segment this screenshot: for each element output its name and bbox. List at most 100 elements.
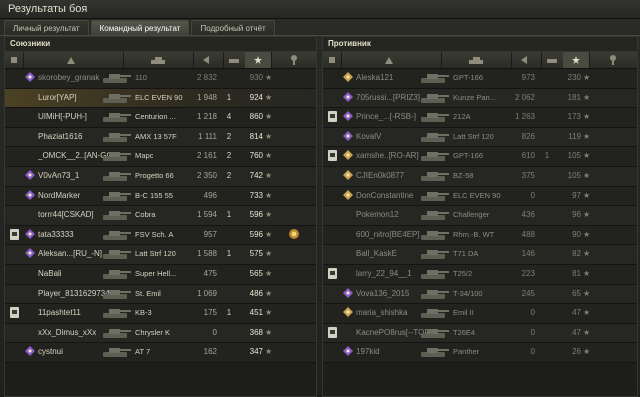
tank-icon [103, 152, 131, 162]
player-row[interactable]: xXx_Dimus_xXx Chrysler K 0 368 ★ [5, 323, 316, 344]
kills-value [539, 226, 555, 244]
tank-icon [421, 211, 449, 221]
sort-achievements-icon[interactable] [589, 52, 637, 68]
tank-name: BZ-58 [453, 170, 474, 180]
player-row[interactable]: 197kid Panther 0 26 ★ [323, 343, 637, 363]
player-row[interactable]: skorobey_granak 110 2 832 930 ★ [5, 69, 316, 89]
squad-icon [328, 150, 337, 162]
rank-badge-icon [343, 169, 353, 180]
player-row[interactable]: UIMiH[-PUH-] Centurion ... 1 218 4 860 ★ [5, 108, 316, 128]
kills-value: 2 [226, 151, 232, 161]
xp-value: 451 [249, 308, 263, 318]
tab-personal-result[interactable]: Личный результат [4, 20, 89, 36]
player-row[interactable]: _OMCK__2..[AN-GO] Марс 2 161 2 760 ★ [5, 147, 316, 167]
xp-value: 368 [249, 327, 263, 337]
kills-value [539, 108, 555, 126]
xp-value: 65 [572, 288, 581, 298]
tab-detailed-report[interactable]: Подробный отчёт [191, 20, 275, 36]
player-row[interactable]: Ball_KaskE T71 DA 146 82 ★ [323, 245, 637, 265]
tank-icon [103, 171, 131, 181]
title-bar: Результаты боя [0, 0, 640, 19]
tank-icon [103, 289, 131, 299]
damage-value: 0 [530, 327, 535, 337]
player-row[interactable]: Player_8131629734 St. Emil 1 069 486 ★ [5, 284, 316, 305]
damage-value: 436 [521, 210, 535, 220]
player-row[interactable]: KovalV Latt Strf 120 826 119 ★ [323, 127, 637, 148]
xp-star-icon: ★ [265, 151, 273, 161]
sort-squad-icon[interactable] [323, 52, 342, 68]
sort-xp-icon[interactable] [245, 52, 272, 68]
rank-badge-icon [25, 169, 35, 180]
damage-value: 1 111 [198, 131, 217, 141]
tank-icon [421, 171, 449, 181]
player-row[interactable]: tata33333 FSV Sch. A 957 596 ★ [5, 225, 316, 246]
player-row[interactable]: Pokemon12 Challenger 436 96 ★ [323, 206, 637, 226]
player-row[interactable]: DonConstantine ELC EVEN 90 0 97 ★ [323, 186, 637, 207]
rank-badge-icon [343, 72, 353, 82]
player-row[interactable]: 11pashtet11 KB-3 175 1 451 ★ [5, 304, 316, 324]
xp-value: 814 [249, 131, 263, 141]
sort-tank-icon[interactable] [441, 52, 512, 68]
rank-badge-icon [343, 287, 353, 298]
kills-value [539, 324, 555, 342]
achievement-medal-icon[interactable] [288, 228, 300, 240]
sort-squad-icon[interactable] [5, 52, 24, 68]
enemies-column-header [323, 52, 637, 69]
xp-value: 90 [572, 229, 581, 239]
sort-kills-icon[interactable] [541, 52, 564, 68]
squad-icon [328, 111, 337, 123]
xp-star-icon: ★ [265, 308, 273, 318]
tank-name: Emil II [453, 308, 474, 318]
player-row[interactable]: CJIEn0k0877 BZ-58 375 105 ★ [323, 166, 637, 187]
player-row[interactable]: NaBali Super Hell... 475 565 ★ [5, 264, 316, 285]
kills-value [221, 226, 237, 244]
sort-damage-icon[interactable] [193, 52, 224, 68]
xp-star-icon: ★ [583, 92, 591, 102]
sort-achievements-icon[interactable] [271, 52, 316, 68]
player-row[interactable]: 705russi...[PRIZ3] Kunze Pan... 2 062 181 ★ [323, 88, 637, 109]
xp-star-icon: ★ [583, 151, 591, 161]
tank-name: Panther [453, 347, 480, 357]
tank-name: Chrysler K [135, 327, 171, 337]
xp-star-icon: ★ [265, 210, 273, 220]
player-row[interactable]: Prince_...[-RSB-] 212A 1 263 173 ★ [323, 108, 637, 128]
kills-value [539, 167, 555, 185]
player-row[interactable]: Aleksan...[RU_-N] Latt Strf 120 1 588 1 575 ★ [5, 245, 316, 265]
tank-icon [103, 113, 131, 123]
xp-value: 860 [249, 112, 263, 122]
player-row[interactable]: NordMarker В-С 155 55 496 733 ★ [5, 186, 316, 207]
player-row[interactable]: larry_22_94__1 T25/2 223 81 ★ [323, 264, 637, 285]
rank-badge-icon [25, 228, 35, 239]
player-row[interactable]: Vova136_2015 T-34/100 245 65 ★ [323, 284, 637, 305]
damage-value: 1 588 [196, 249, 217, 259]
player-row[interactable]: Phaziat1616 AMX 13 57F 1 111 2 814 ★ [5, 127, 316, 148]
player-row[interactable]: 600_nitro[BE4EP] Rhm.-B. WT 488 90 ★ [323, 225, 637, 246]
sort-kills-icon[interactable] [223, 52, 246, 68]
rank-badge-icon [25, 248, 35, 259]
sort-player-icon[interactable] [23, 52, 124, 68]
player-row[interactable]: Aleska121 GPT-166 973 230 ★ [323, 69, 637, 89]
player-row[interactable]: torrr44[CSKAD] Cobra 1 594 1 596 ★ [5, 206, 316, 226]
player-row[interactable]: Luror[YAP] ELC EVEN 90 1 948 1 924 ★ [5, 88, 316, 109]
player-row[interactable]: KacnePO8rus[--TOP] T26E4 0 47 ★ [323, 323, 637, 344]
damage-value: 2 161 [196, 151, 217, 161]
player-row[interactable]: cystnui AT 7 162 347 ★ [5, 343, 316, 363]
sort-damage-icon[interactable] [511, 52, 542, 68]
sort-tank-icon[interactable] [123, 52, 194, 68]
xp-star-icon: ★ [265, 347, 273, 357]
rank-badge-icon [343, 346, 353, 357]
kills-value [221, 285, 237, 303]
tank-icon [103, 211, 131, 221]
player-row[interactable]: V0vAn73_1 Progetto 66 2 350 2 742 ★ [5, 166, 316, 187]
tank-name: Centurion ... [135, 112, 176, 122]
player-row[interactable]: maria_shishka Emil II 0 47 ★ [323, 304, 637, 324]
tab-bar: Личный результат Командный результат Под… [4, 20, 275, 36]
player-row[interactable]: xamshe..[RO-AR] GPT-166 610 1 105 ★ [323, 147, 637, 167]
xp-value: 486 [249, 288, 263, 298]
sort-player-icon[interactable] [341, 52, 442, 68]
tank-name: Марс [135, 151, 154, 161]
tab-team-result[interactable]: Командный результат [90, 20, 190, 36]
sort-xp-icon[interactable] [563, 52, 590, 68]
xp-value: 230 [567, 73, 581, 82]
xp-star-icon: ★ [265, 268, 273, 278]
